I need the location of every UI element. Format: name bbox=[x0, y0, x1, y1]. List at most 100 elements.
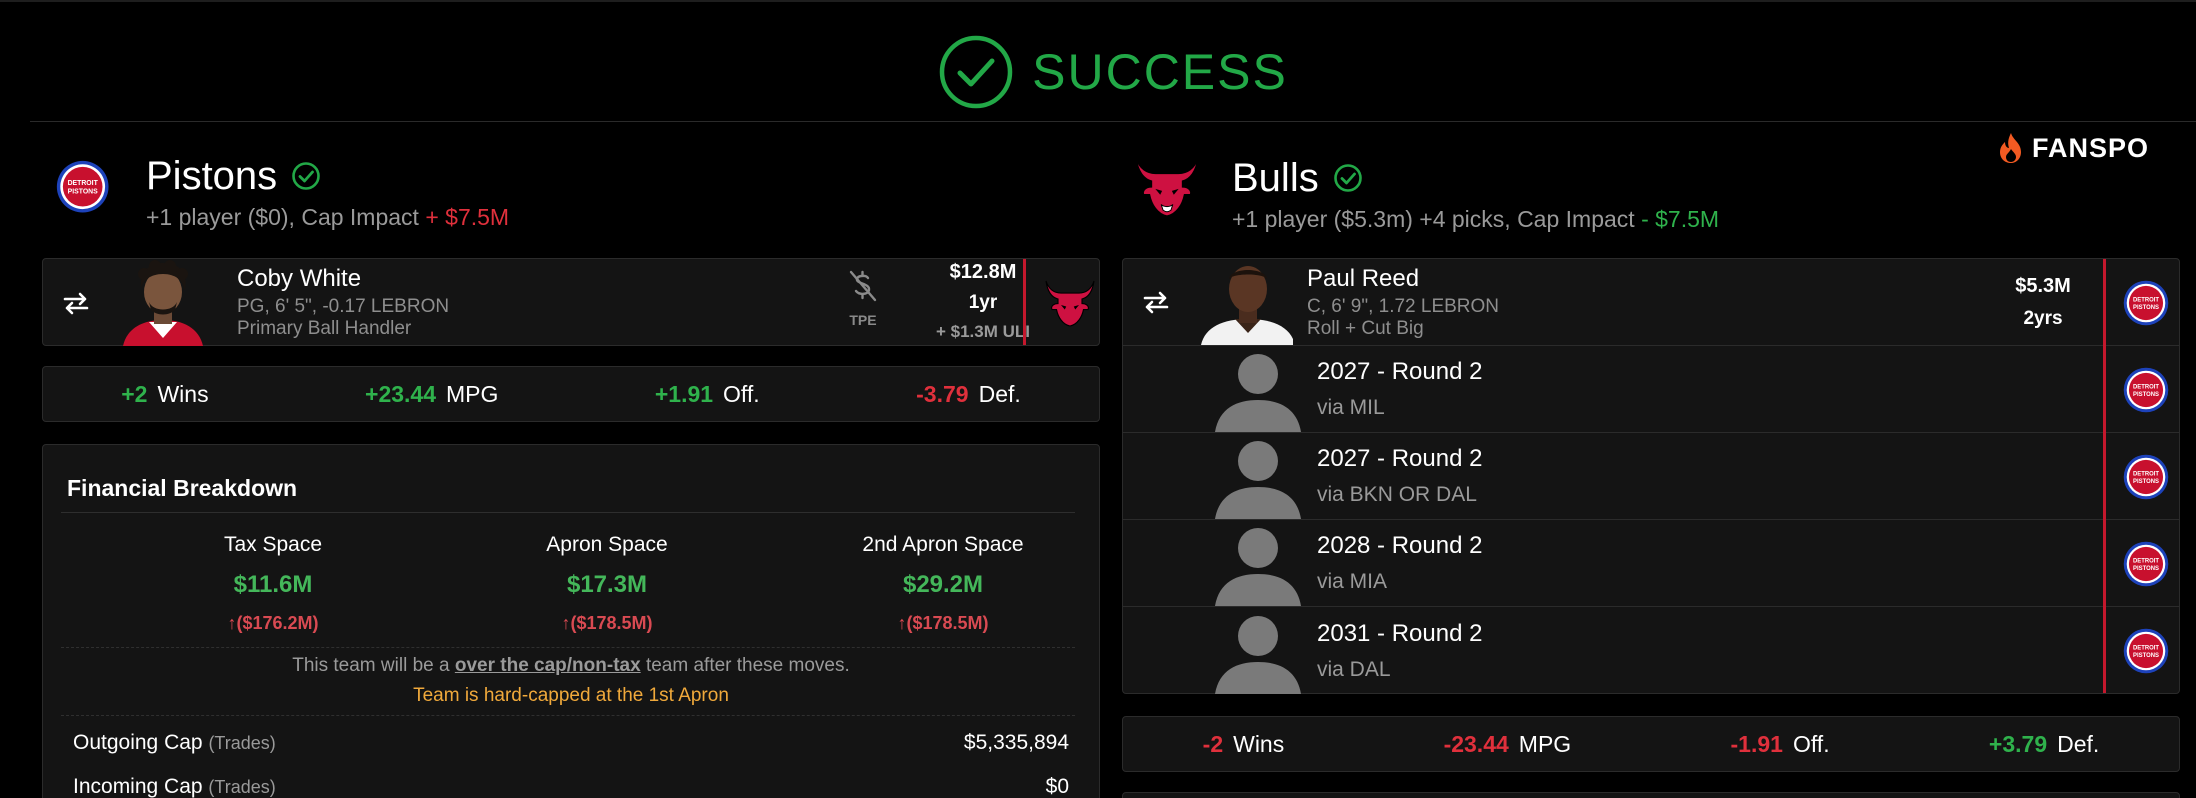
pick-info: 2027 - Round 2 via BKN OR DAL bbox=[1317, 445, 1482, 507]
stat-label: Wins bbox=[1233, 730, 1285, 757]
second-apron-space: 2nd Apron Space $29.2M ↑($178.5M) bbox=[793, 533, 1093, 634]
draft-pick-row[interactable]: 2027 - Round 2 via MIL bbox=[1123, 346, 2179, 433]
pick-title: 2031 - Round 2 bbox=[1317, 619, 1483, 647]
team-summary: +1 player ($0), Cap Impact + $7.5M bbox=[146, 204, 509, 231]
impact-stats: +2 Wins +23.44 MPG +1.91 Off. -3.79 Def. bbox=[42, 366, 1100, 422]
team-name: Pistons bbox=[146, 153, 278, 198]
stat-value: +23.44 bbox=[365, 380, 437, 407]
outgoing-player-card[interactable]: Coby White PG, 6' 5", -0.17 LEBRON Prima… bbox=[42, 258, 1100, 346]
pistons-logo: DETROITPISTONS bbox=[2123, 280, 2169, 326]
player-info: Paul Reed C, 6' 9", 1.72 LEBRON Roll + C… bbox=[1307, 265, 1499, 340]
pick-title: 2028 - Round 2 bbox=[1317, 532, 1483, 559]
stat-label: Wins bbox=[157, 380, 209, 407]
stat-off: +1.91 Off. bbox=[655, 381, 760, 408]
pick-info: 2031 - Round 2 via DAL bbox=[1317, 620, 1482, 682]
apron-space: Apron Space $17.3M ↑($178.5M) bbox=[457, 533, 757, 634]
stat-wins: +2 Wins bbox=[121, 381, 208, 408]
svg-text:PISTONS: PISTONS bbox=[2133, 392, 2159, 398]
tpe-label: TPE bbox=[849, 312, 877, 328]
tax-space: Tax Space $11.6M ↑($176.2M) bbox=[123, 533, 423, 634]
pistons-logo: DETROITPISTONS bbox=[2123, 454, 2169, 500]
draft-pick-row[interactable]: 2031 - Round 2 via DAL bbox=[1123, 607, 2179, 694]
fin-delta: ↑($176.2M) bbox=[227, 613, 319, 633]
financial-breakdown: Financial Breakdown Tax Space $11.6M ↑($… bbox=[42, 444, 1100, 798]
contract-info: $12.8M 1yr + $1.3M ULI bbox=[913, 259, 1053, 342]
team-name: Bulls bbox=[1232, 155, 1319, 200]
stat-off: -1.91 Off. bbox=[1731, 731, 1830, 758]
team-info: Pistons +1 player ($0), Cap Impact + $7.… bbox=[146, 152, 509, 231]
fanspo-logo[interactable]: FANSPO bbox=[1996, 132, 2149, 164]
pistons-logo: DETROIT PISTONS bbox=[56, 160, 109, 213]
player-meta: C, 6' 9", 1.72 LEBRON bbox=[1307, 295, 1500, 317]
stat-label: Def. bbox=[2057, 730, 2100, 757]
placeholder-avatar bbox=[1203, 608, 1303, 694]
no-dollar-icon bbox=[849, 270, 877, 302]
divider bbox=[61, 715, 1075, 716]
pick-title: 2027 - Round 2 bbox=[1317, 445, 1483, 472]
team-info: Bulls +1 player ($5.3m) +4 picks, Cap Im… bbox=[1232, 154, 1719, 233]
swap-icon[interactable] bbox=[53, 291, 99, 315]
pick-via: via MIA bbox=[1317, 570, 1388, 593]
divider bbox=[61, 647, 1075, 648]
svg-text:DETROIT: DETROIT bbox=[68, 180, 99, 187]
flame-icon bbox=[2000, 133, 2021, 163]
player-role: Roll + Cut Big bbox=[1307, 317, 1424, 339]
success-banner: SUCCESS bbox=[30, 34, 2196, 110]
fin-value: $29.2M bbox=[902, 571, 984, 598]
contract-info: $5.3M 2yrs bbox=[1993, 275, 2093, 330]
stat-strip: -2 Wins -23.44 MPG -1.91 Off. +3.79 Def. bbox=[1123, 717, 2179, 771]
placeholder-avatar bbox=[1203, 346, 1303, 432]
fin-value: $11.6M bbox=[233, 571, 313, 598]
player-name[interactable]: Paul Reed bbox=[1307, 265, 1499, 293]
player-headshot bbox=[113, 259, 213, 346]
outgoing-cap-row: Outgoing Cap (Trades) $5,335,894 bbox=[73, 731, 1069, 754]
team-stripe bbox=[1023, 259, 1026, 345]
divider bbox=[61, 512, 1075, 513]
pistons-logo: DETROITPISTONS bbox=[2123, 541, 2169, 587]
cap-impact: - $7.5M bbox=[1641, 206, 1720, 232]
svg-text:DETROIT: DETROIT bbox=[2133, 646, 2159, 652]
player-role: Primary Ball Handler bbox=[237, 318, 412, 339]
pick-via: via DAL bbox=[1317, 657, 1391, 681]
swap-icon[interactable] bbox=[1133, 290, 1179, 314]
pick-title: 2027 - Round 2 bbox=[1317, 358, 1483, 385]
summary-text: +1 player ($5.3m) +4 picks, Cap Impact bbox=[1232, 206, 1635, 232]
stat-value: -23.44 bbox=[1443, 730, 1509, 757]
stat-mpg: +23.44 MPG bbox=[365, 381, 498, 408]
placeholder-avatar bbox=[1203, 433, 1303, 519]
pick-via: via MIL bbox=[1317, 396, 1385, 419]
player-info: Coby White PG, 6' 5", -0.17 LEBRON Prima… bbox=[237, 265, 449, 340]
player-row[interactable]: Paul Reed C, 6' 9", 1.72 LEBRON Roll + C… bbox=[1123, 259, 2179, 346]
cap-status-link[interactable]: over the cap/non-tax bbox=[455, 655, 641, 676]
pick-via: via BKN OR DAL bbox=[1317, 483, 1477, 506]
svg-text:DETROIT: DETROIT bbox=[2133, 385, 2159, 391]
svg-text:DETROIT: DETROIT bbox=[2133, 298, 2159, 304]
tpe-indicator: TPE bbox=[833, 269, 893, 328]
svg-text:DETROIT: DETROIT bbox=[2133, 559, 2159, 565]
draft-pick-row[interactable]: 2027 - Round 2 via BKN OR DAL bbox=[1123, 433, 2179, 520]
svg-text:PISTONS: PISTONS bbox=[2133, 566, 2159, 572]
stat-def: +3.79 Def. bbox=[1989, 731, 2099, 758]
pick-info: 2028 - Round 2 via MIA bbox=[1317, 532, 1482, 594]
team-summary: +1 player ($5.3m) +4 picks, Cap Impact -… bbox=[1232, 206, 1719, 233]
brand-name: FANSPO bbox=[2032, 132, 2150, 163]
fin-label: Apron Space bbox=[546, 533, 668, 556]
salary: $5.3M bbox=[2015, 275, 2071, 297]
fin-delta: ↑($178.5M) bbox=[561, 613, 653, 633]
stat-label: MPG bbox=[1518, 730, 1572, 757]
incoming-cap-value: $0 bbox=[1045, 775, 1069, 798]
stat-label: Off. bbox=[723, 380, 760, 407]
salary: $12.8M bbox=[949, 261, 1017, 283]
contract-extra: + $1.3M ULI bbox=[935, 322, 1030, 341]
stat-value: -1.91 bbox=[1730, 730, 1783, 757]
svg-text:PISTONS: PISTONS bbox=[2133, 653, 2159, 659]
draft-pick-row[interactable]: 2028 - Round 2 via MIA bbox=[1123, 520, 2179, 607]
bulls-logo bbox=[1135, 157, 1199, 217]
pistons-logo: DETROITPISTONS bbox=[2123, 367, 2169, 413]
player-name[interactable]: Coby White bbox=[237, 265, 449, 293]
fin-value: $17.3M bbox=[566, 571, 648, 598]
result-header: SUCCESS bbox=[30, 0, 2196, 122]
fin-label: 2nd Apron Space bbox=[862, 533, 1024, 556]
fin-delta: ↑($178.5M) bbox=[897, 613, 989, 633]
stat-label: Off. bbox=[1792, 730, 1830, 757]
